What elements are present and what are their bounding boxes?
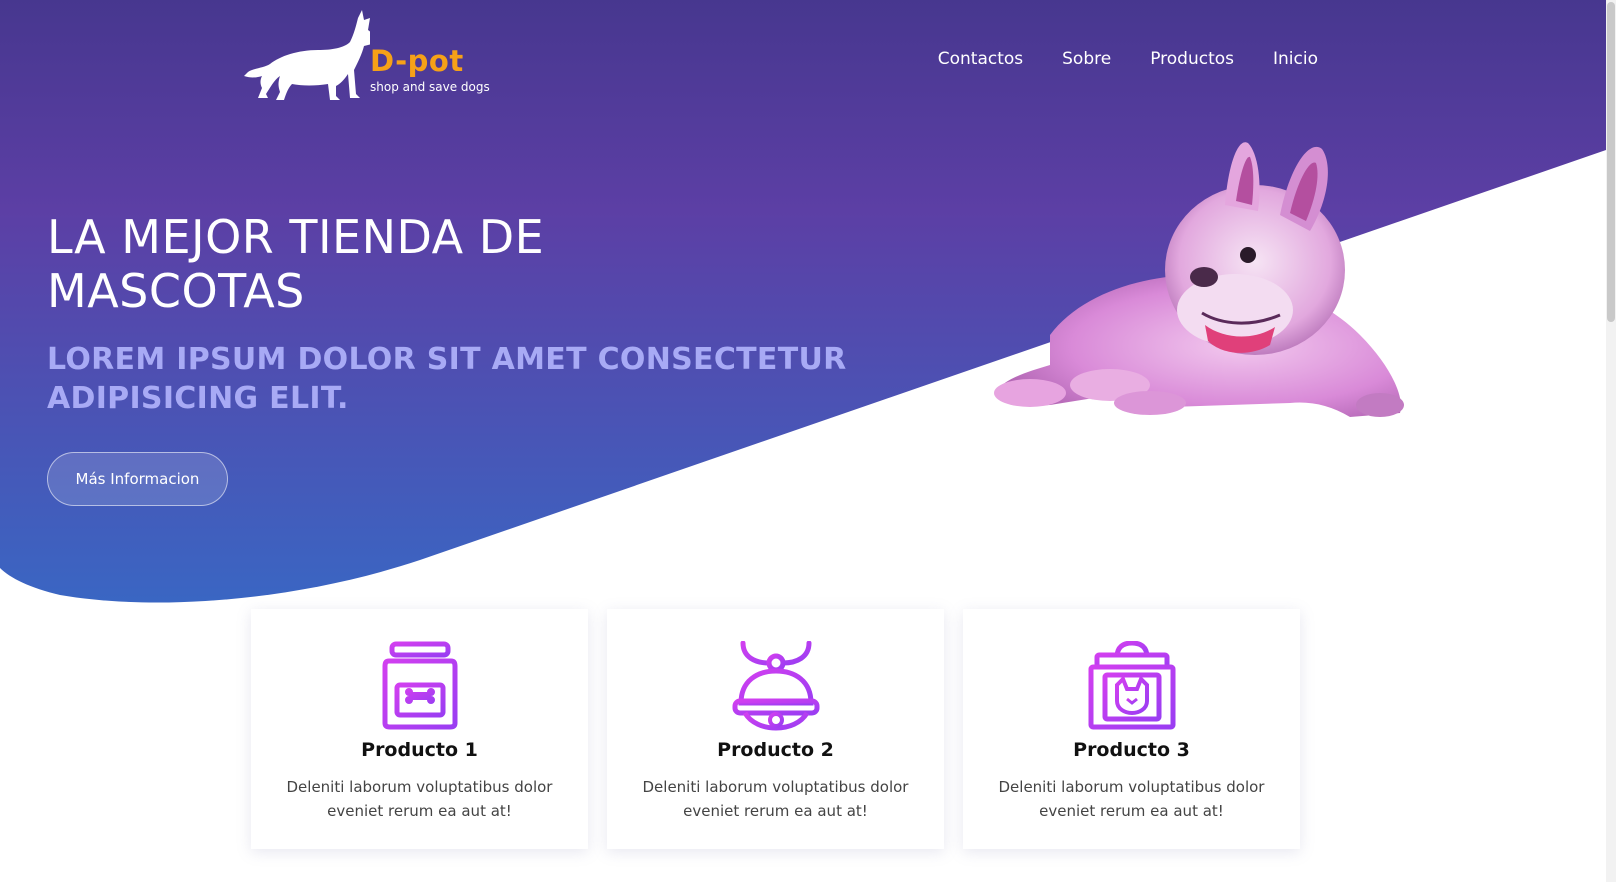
product-description: Deleniti laborum voluptatibus dolor even… xyxy=(642,778,909,820)
nav-link-inicio[interactable]: Inicio xyxy=(1273,47,1318,71)
nav-link-sobre[interactable]: Sobre xyxy=(1062,47,1111,71)
nav-link-contactos[interactable]: Contactos xyxy=(938,47,1023,71)
product-title: Producto 2 xyxy=(717,739,834,761)
bulldog-image xyxy=(994,142,1404,417)
pet-carrier-icon xyxy=(1088,641,1175,730)
pet-bell-collar-icon xyxy=(732,641,819,731)
scrollbar-thumb[interactable] xyxy=(1607,2,1615,322)
landing-page: D-pot shop and save dogs Contactos Sobre… xyxy=(0,0,1616,882)
product-description: Deleniti laborum voluptatibus dolor even… xyxy=(286,778,553,820)
page-scrollbar[interactable] xyxy=(1606,0,1616,882)
brand-tagline: shop and save dogs xyxy=(370,80,490,94)
product-card-3[interactable]: Producto 3 Deleniti laborum voluptatibus… xyxy=(963,609,1300,849)
product-card-2[interactable]: Producto 2 Deleniti laborum voluptatibus… xyxy=(607,609,944,849)
nav-link-productos[interactable]: Productos xyxy=(1150,47,1234,71)
hero-subtitle: LOREM IPSUM DOLOR SIT AMET CONSECTETUR A… xyxy=(47,342,847,416)
dog-silhouette-icon xyxy=(244,10,370,100)
dog-food-bag-icon xyxy=(382,641,457,730)
product-title: Producto 3 xyxy=(1073,739,1190,761)
product-card-1[interactable]: Producto 1 Deleniti laborum voluptatibus… xyxy=(251,609,588,849)
hero-title: LA MEJOR TIENDA DE MASCOTAS xyxy=(47,210,545,318)
product-cards: Producto 1 Deleniti laborum voluptatibus… xyxy=(251,609,1300,849)
brand-name: D-pot xyxy=(370,44,464,78)
product-description: Deleniti laborum voluptatibus dolor even… xyxy=(998,778,1265,820)
more-info-button[interactable]: Más Informacion xyxy=(47,452,228,506)
product-title: Producto 1 xyxy=(361,739,478,761)
brand-logo[interactable]: D-pot shop and save dogs xyxy=(240,8,490,103)
main-nav: Contactos Sobre Productos Inicio xyxy=(899,47,1318,71)
